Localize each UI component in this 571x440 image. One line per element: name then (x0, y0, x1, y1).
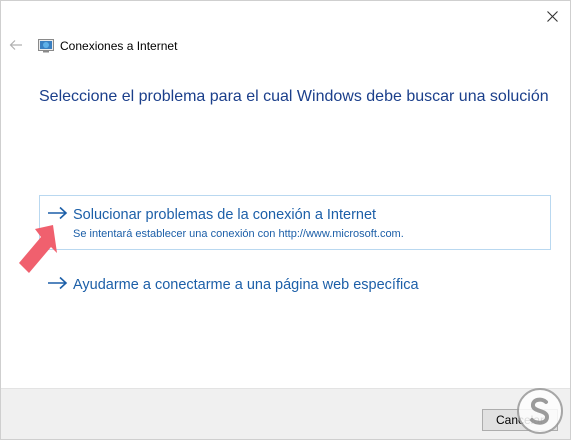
back-arrow-icon (9, 40, 22, 50)
window-title: Conexiones a Internet (60, 39, 178, 53)
network-troubleshooter-icon (38, 39, 54, 53)
back-button[interactable] (8, 37, 24, 53)
option-title: Solucionar problemas de la conexión a In… (73, 207, 377, 223)
option-internet-connection[interactable]: Solucionar problemas de la conexión a In… (39, 195, 551, 250)
page-heading: Seleccione el problema para el cual Wind… (39, 88, 549, 105)
option-subtitle: Se intentará establecer una conexión con… (73, 228, 404, 240)
annotation-arrow-icon (19, 225, 57, 273)
dialog-footer: Cancelar (1, 388, 570, 439)
option-title: Ayudarme a conectarme a una página web e… (73, 277, 419, 293)
dialog-window: Conexiones a Internet Seleccione el prob… (0, 0, 571, 440)
site-logo-icon (517, 388, 563, 434)
arrow-right-icon (48, 206, 68, 220)
option-specific-webpage[interactable]: Ayudarme a conectarme a una página web e… (39, 265, 551, 295)
close-icon (546, 10, 558, 22)
close-button[interactable] (534, 1, 570, 31)
